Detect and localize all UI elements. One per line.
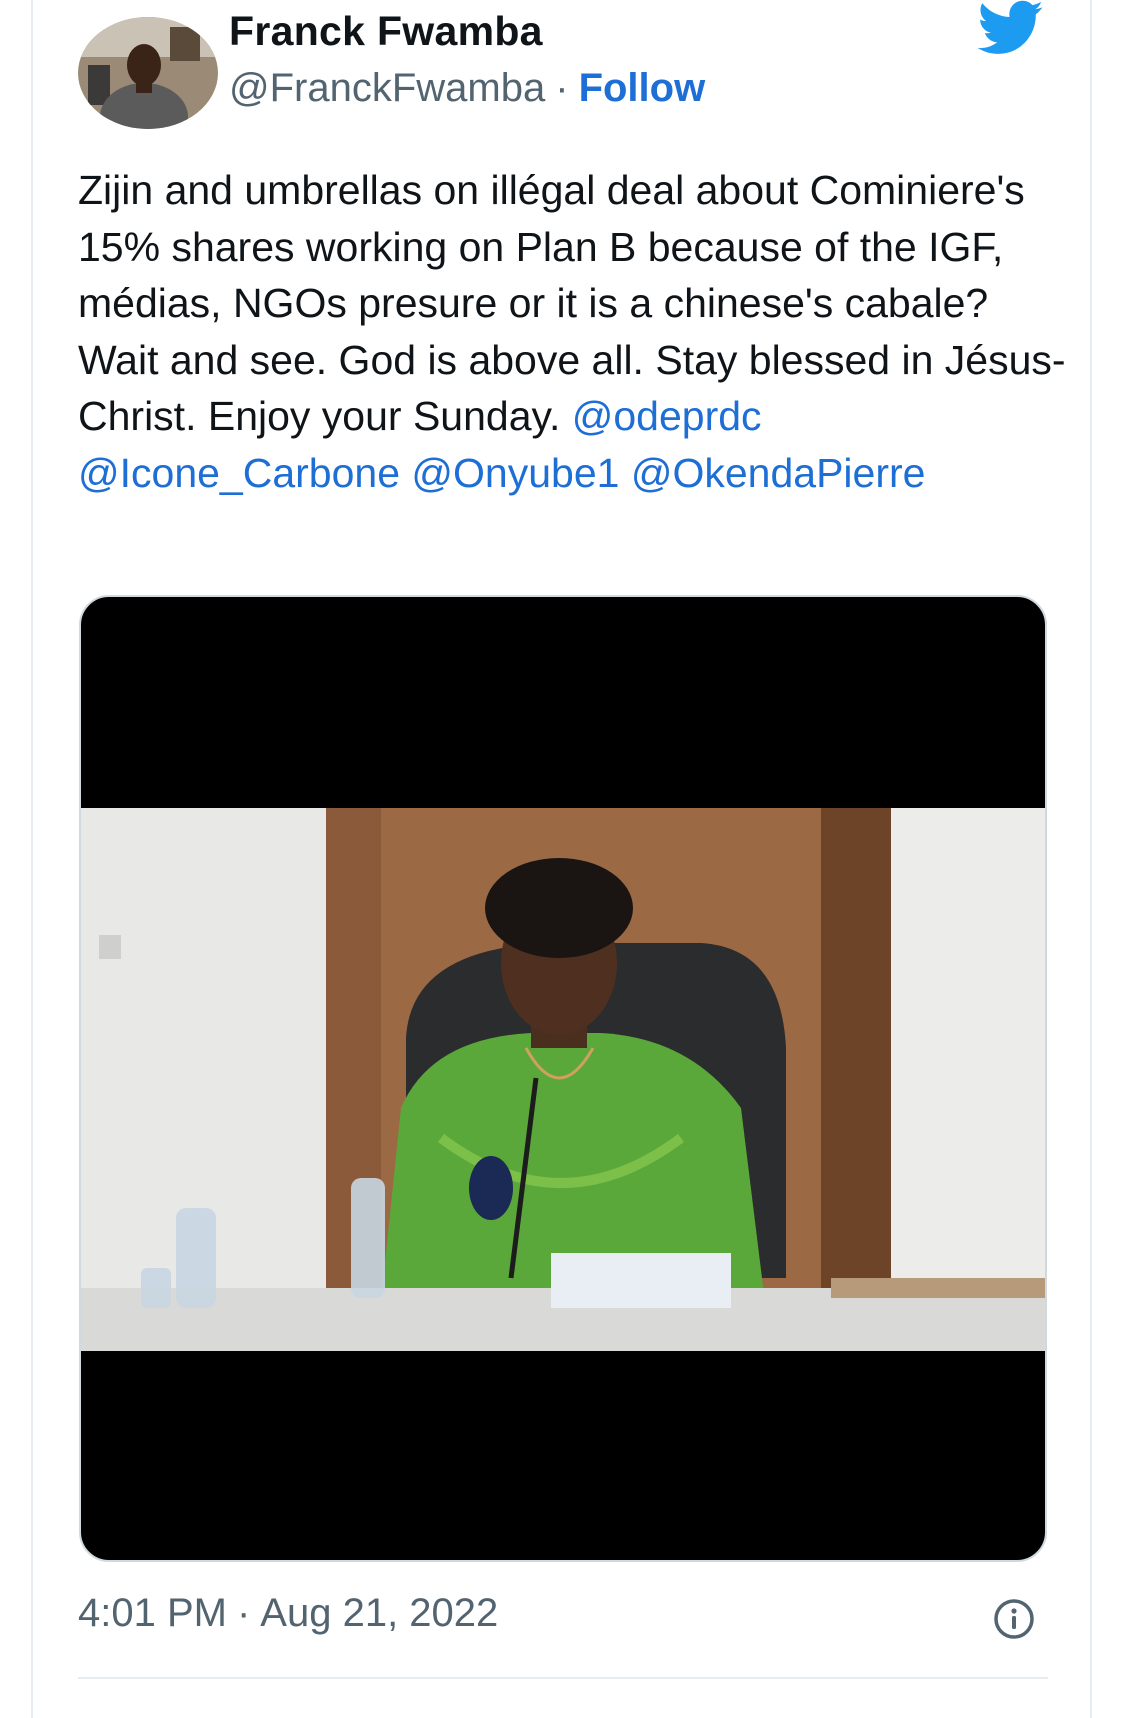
mention-link[interactable]: @odeprdc — [572, 393, 762, 439]
follow-button[interactable]: Follow — [579, 66, 706, 110]
tweet-time: 4:01 PM — [78, 1591, 227, 1635]
tweet-timestamp[interactable]: 4:01 PM · Aug 21, 2022 — [78, 1591, 498, 1636]
footer-divider — [78, 1677, 1048, 1679]
info-icon[interactable] — [993, 1598, 1035, 1640]
mention-link[interactable]: @Icone_Carbone — [78, 450, 400, 496]
timestamp-separator: · — [236, 1591, 251, 1635]
mention-link[interactable]: @OkendaPierre — [631, 450, 926, 496]
handle-separator: · — [555, 66, 569, 110]
twitter-bird-icon[interactable] — [978, 0, 1044, 56]
author-handle[interactable]: @FranckFwamba — [229, 66, 545, 110]
video-player[interactable] — [79, 595, 1047, 1562]
author-avatar[interactable] — [78, 17, 218, 129]
video-frame — [81, 808, 1045, 1351]
author-display-name[interactable]: Franck Fwamba — [229, 8, 543, 55]
tweet-text: Zijin and umbrellas on illégal deal abou… — [78, 162, 1068, 501]
mention-link[interactable]: @Onyube1 — [411, 450, 619, 496]
author-handle-row: @FranckFwamba · Follow — [229, 66, 705, 111]
tweet-date: Aug 21, 2022 — [260, 1591, 499, 1635]
